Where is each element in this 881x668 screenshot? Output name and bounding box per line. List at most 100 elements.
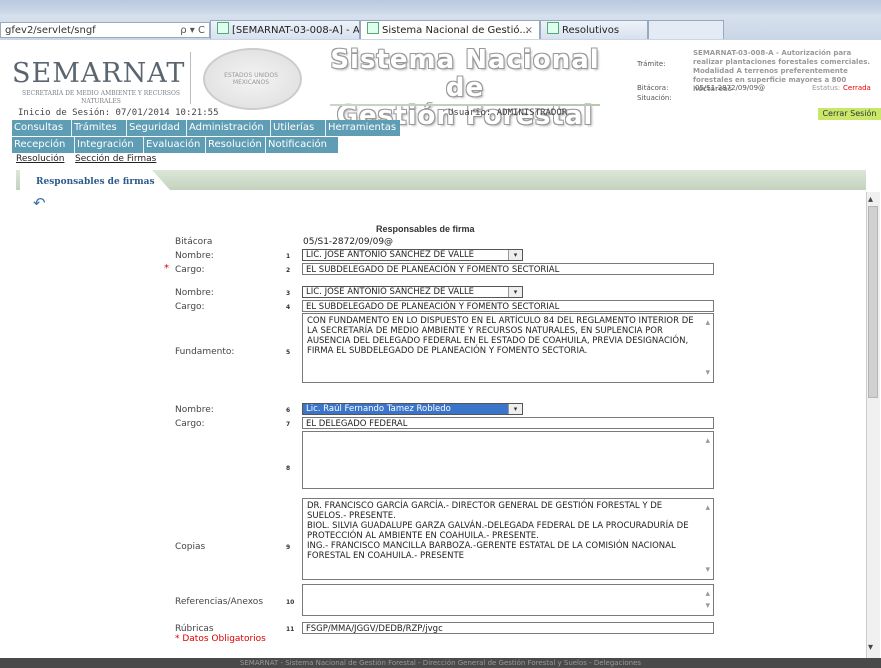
browser-tab-semarnat[interactable]: [SEMARNAT-03-008-A] - Auto...: [210, 20, 360, 39]
logo-subtitle: SECRETARÍA DE MEDIO AMBIENTE Y RECURSOS …: [22, 90, 180, 105]
scroll-up-icon[interactable]: ▴: [705, 589, 710, 599]
seal-text: ESTADOS UNIDOS MEXICANOS: [224, 72, 278, 86]
scroll-up-icon[interactable]: ▴: [868, 194, 873, 205]
copias-text: DR. FRANCISCO GARCÍA GARCÍA.- DIRECTOR G…: [307, 501, 689, 561]
tab-label: [SEMARNAT-03-008-A] - Auto...: [232, 25, 360, 36]
bitacora-label: Bitácora:: [637, 84, 669, 92]
system-title-line1: Sistema Nacional de: [330, 45, 600, 103]
fundamento-textarea[interactable]: CON FUNDAMENTO EN LO DISPUESTO EN EL ART…: [302, 313, 714, 383]
campo-8-textarea[interactable]: ▴: [302, 431, 714, 489]
search-refresh-icon[interactable]: ρ ▾ C: [180, 23, 205, 39]
scroll-down-icon[interactable]: ▾: [868, 642, 873, 653]
field-number: 2: [286, 267, 291, 274]
scrollbar-thumb[interactable]: [868, 206, 878, 398]
browser-titlebar: [0, 0, 881, 14]
field-number: 9: [286, 544, 291, 551]
field-number: 4: [286, 304, 291, 311]
cargo-label: Cargo:: [175, 419, 205, 429]
menu-integracion[interactable]: Integración: [74, 137, 136, 153]
tab-responsables-label: Responsables de firmas: [36, 177, 155, 187]
tramite-label: Trámite:: [637, 60, 666, 68]
page-favicon-icon: [547, 22, 559, 34]
scroll-down-icon[interactable]: ▾: [705, 565, 710, 575]
nombre-1-select[interactable]: LIC. JOSÉ ANTONIO SÁNCHEZ DE VALLE ▾: [302, 249, 523, 261]
menu-administracion[interactable]: Administración: [186, 120, 266, 136]
field-number: 5: [286, 349, 291, 356]
nombre-label: Nombre:: [175, 288, 214, 298]
field-number: 11: [286, 626, 295, 633]
nombre-2-value: LIC. JOSÉ ANTONIO SÁNCHEZ DE VALLE: [306, 287, 475, 297]
scroll-up-icon[interactable]: ▴: [705, 503, 710, 513]
tab-label: Sistema Nacional de Gestió...: [382, 25, 529, 36]
required-fields-note: * Datos Obligatorios: [175, 634, 266, 644]
logout-button[interactable]: Cerrar Sesión: [818, 108, 881, 120]
referencias-label: Referencias/Anexos: [175, 597, 264, 607]
rubricas-input[interactable]: FSGP/MMA/JGGV/DEDB/RZP/jvgc: [302, 622, 714, 634]
nombre-label: Nombre:: [175, 251, 214, 261]
nombre-3-select[interactable]: Lic. Raúl Fernando Tamez Robledo ▾: [302, 403, 523, 415]
new-tab-button[interactable]: [648, 20, 724, 39]
menu-evaluacion[interactable]: Evaluación: [143, 137, 202, 153]
nombre-2-select[interactable]: LIC. JOSÉ ANTONIO SÁNCHEZ DE VALLE ▾: [302, 286, 523, 298]
browser-tab-resolutivos[interactable]: Resolutivos: [540, 20, 648, 39]
bitacora-field-value: 05/S1-2872/09/09@: [303, 237, 394, 247]
current-user: Usuario: ADMINISTRADOR: [448, 108, 568, 118]
referencias-textarea[interactable]: ▴ ▾: [302, 584, 714, 616]
address-text: gfev2/servlet/sngf: [5, 25, 96, 36]
menu-utilerias[interactable]: Utilerías: [270, 120, 316, 136]
menu-seguridad[interactable]: Seguridad: [126, 120, 182, 136]
cargo-label: Cargo:: [175, 265, 205, 275]
back-arrow-icon[interactable]: ↶: [33, 194, 55, 212]
process-menu: Recepción Integración Evaluación Resoluc…: [12, 137, 338, 153]
semarnat-logo: SEMARNAT: [12, 58, 186, 89]
menu-consultas[interactable]: Consultas: [12, 120, 65, 136]
cargo-label: Cargo:: [175, 302, 205, 312]
required-marker: *: [164, 263, 169, 274]
chevron-down-icon: ▾: [508, 250, 522, 260]
field-number: 10: [286, 599, 295, 606]
submenu-resolucion[interactable]: Resolución: [16, 154, 64, 164]
close-tab-icon[interactable]: ×: [525, 21, 533, 39]
field-number: 3: [286, 290, 291, 297]
logo-divider: [190, 52, 191, 104]
estatus-value: Cerrada: [843, 84, 871, 92]
bitacora-value: 05/S1-2872/09/09@: [695, 84, 766, 92]
main-menu: Consultas Trámites Seguridad Administrac…: [12, 120, 400, 136]
field-number: 8: [286, 465, 291, 472]
menu-tramites[interactable]: Trámites: [71, 120, 119, 136]
title-underline: [330, 104, 600, 106]
menu-notificacion[interactable]: Notificación: [265, 137, 329, 153]
fundamento-label: Fundamento:: [175, 347, 235, 357]
form-title: Responsables de firma: [376, 224, 475, 234]
field-number: 1: [286, 253, 291, 260]
cargo-1-input[interactable]: EL SUBDELEGADO DE PLANEACIÓN Y FOMENTO S…: [302, 263, 714, 275]
submenu-seccion-firmas[interactable]: Sección de Firmas: [75, 154, 156, 164]
chevron-down-icon: ▾: [508, 287, 522, 297]
fundamento-text: CON FUNDAMENTO EN LO DISPUESTO EN EL ART…: [307, 316, 694, 356]
menu-herramientas[interactable]: Herramientas: [325, 120, 398, 136]
scroll-down-icon[interactable]: ▾: [705, 368, 710, 378]
address-bar[interactable]: gfev2/servlet/sngf ρ ▾ C: [0, 22, 210, 38]
page-favicon-icon: [367, 22, 379, 34]
nombre-label: Nombre:: [175, 405, 214, 415]
rubricas-label: Rúbricas: [175, 624, 214, 634]
scroll-up-icon[interactable]: ▴: [705, 318, 710, 328]
scroll-down-icon[interactable]: ▾: [705, 601, 710, 611]
session-start: Inicio de Sesión: 07/01/2014 10:21:55: [18, 108, 219, 118]
estatus-label: Estatus:: [812, 84, 841, 92]
menu-resolucion[interactable]: Resolución: [205, 137, 264, 153]
cargo-2-input[interactable]: EL SUBDELEGADO DE PLANEACIÓN Y FOMENTO S…: [302, 300, 714, 312]
page-footer: SEMARNAT - Sistema Nacional de Gestión F…: [0, 658, 881, 668]
chevron-down-icon: ▾: [508, 404, 522, 414]
field-number: 7: [286, 421, 291, 428]
situacion-label: Situación:: [637, 94, 672, 102]
copias-label: Copias: [175, 542, 206, 552]
bitacora-field-label: Bitácora: [175, 237, 213, 247]
cargo-3-input[interactable]: EL DELEGADO FEDERAL: [302, 417, 714, 429]
nombre-1-value: LIC. JOSÉ ANTONIO SÁNCHEZ DE VALLE: [306, 250, 475, 260]
nombre-3-value: Lic. Raúl Fernando Tamez Robledo: [306, 404, 451, 414]
scroll-up-icon[interactable]: ▴: [705, 436, 710, 446]
browser-tab-sngf[interactable]: Sistema Nacional de Gestió... ×: [360, 20, 540, 39]
copias-textarea[interactable]: DR. FRANCISCO GARCÍA GARCÍA.- DIRECTOR G…: [302, 498, 714, 580]
menu-recepcion[interactable]: Recepción: [12, 137, 67, 153]
